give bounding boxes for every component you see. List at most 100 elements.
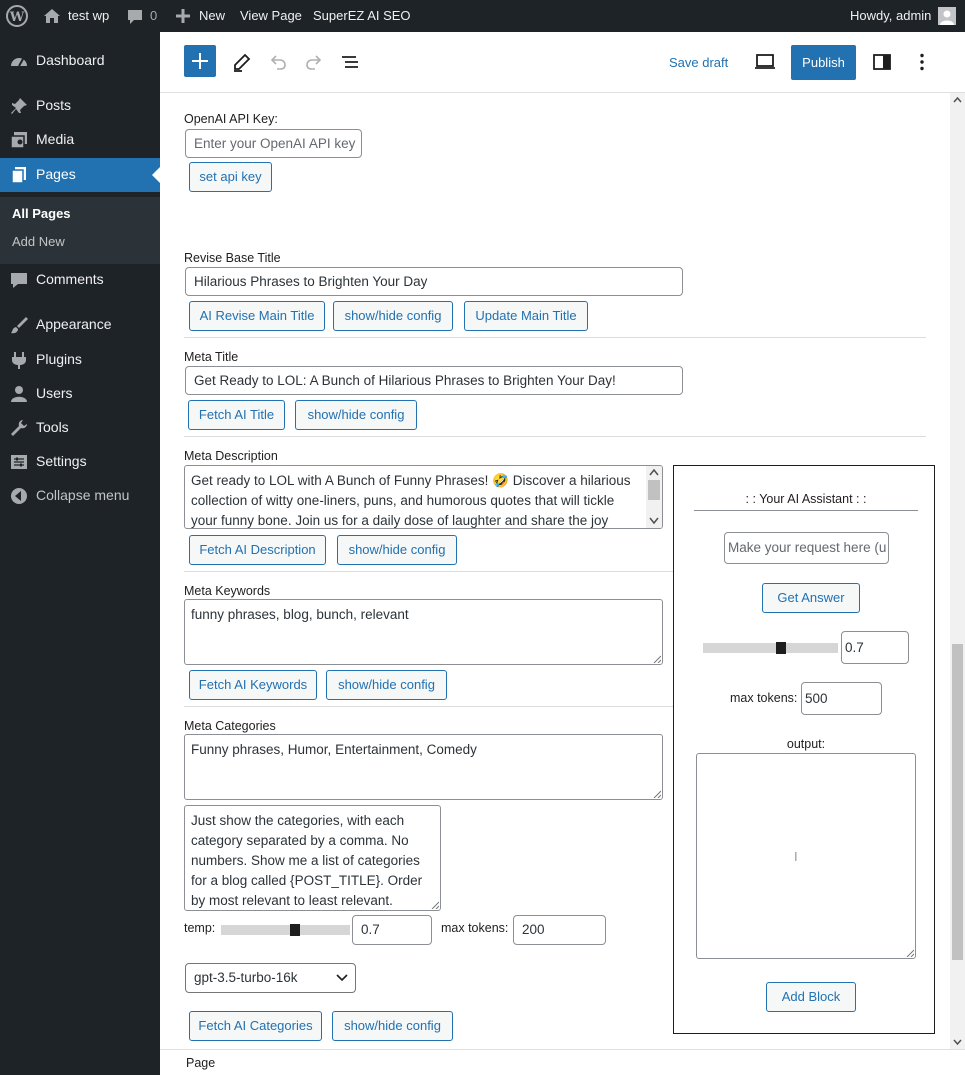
text-line: numbers. Show me a list of categories: [191, 853, 420, 868]
new-link[interactable]: New: [199, 0, 225, 32]
title-divider: [694, 510, 918, 511]
edit-pencil-icon[interactable]: [232, 52, 252, 75]
base-title-label: Revise Base Title: [184, 251, 281, 265]
sidebar-item-appearance[interactable]: Appearance: [0, 308, 160, 342]
publish-button[interactable]: Publish: [791, 45, 856, 80]
textarea-scrollbar[interactable]: [646, 466, 662, 528]
sidebar-item-settings[interactable]: Settings: [0, 445, 160, 479]
resize-grip-icon[interactable]: [653, 790, 661, 798]
fetch-ai-categories-button[interactable]: Fetch AI Categories: [189, 1011, 322, 1041]
wrench-icon: [9, 418, 29, 438]
sidebar-item-pages[interactable]: Pages: [0, 158, 160, 192]
sidebar-item-dashboard[interactable]: Dashboard: [0, 44, 160, 78]
add-block-button[interactable]: Add Block: [766, 982, 856, 1012]
base-title-input[interactable]: Hilarious Phrases to Brighten Your Day: [185, 267, 683, 296]
get-answer-button[interactable]: Get Answer: [762, 583, 860, 613]
preview-desktop-icon[interactable]: [754, 53, 776, 74]
api-key-input[interactable]: Enter your OpenAI API key: [185, 129, 362, 158]
avatar[interactable]: [938, 7, 956, 25]
show-hide-config-button[interactable]: show/hide config: [332, 1011, 453, 1041]
fetch-ai-keywords-button[interactable]: Fetch AI Keywords: [189, 670, 317, 700]
ai-assistant-title: : : Your AI Assistant : :: [745, 492, 867, 506]
show-hide-config-button[interactable]: show/hide config: [333, 301, 453, 331]
max-tokens-input[interactable]: 200: [513, 915, 606, 945]
text-cursor-icon: I: [794, 849, 798, 864]
view-page-link[interactable]: View Page: [240, 0, 302, 32]
categories-prompt-textarea[interactable]: Just show the categories, with each cate…: [184, 805, 441, 911]
howdy-link[interactable]: Howdy, admin: [850, 0, 931, 32]
sidebar-item-media[interactable]: Media: [0, 123, 160, 157]
temp-input[interactable]: 0.7: [352, 915, 432, 945]
ai-temp-slider[interactable]: [703, 642, 838, 654]
admin-bar: W test wp 0 New View Page SuperEZ AI SEO…: [0, 0, 965, 32]
update-main-title-button[interactable]: Update Main Title: [464, 301, 588, 331]
text-line: Just show the categories, with each: [191, 813, 405, 828]
breadcrumb[interactable]: Page: [186, 1056, 215, 1070]
submenu-item-all-pages[interactable]: All Pages: [12, 206, 71, 221]
sidebar-item-label: Comments: [36, 271, 104, 287]
set-api-key-button[interactable]: set api key: [189, 162, 272, 192]
meta-categories-label: Meta Categories: [184, 719, 276, 733]
plus-icon[interactable]: [175, 0, 191, 32]
sidebar-item-label: Pages: [36, 166, 76, 182]
save-draft-button[interactable]: Save draft: [669, 55, 728, 70]
sidebar-item-label: Settings: [36, 453, 87, 469]
sidebar-item-users[interactable]: Users: [0, 377, 160, 411]
meta-title-label: Meta Title: [184, 350, 239, 364]
ai-request-input[interactable]: Make your request here (u: [724, 532, 889, 564]
meta-categories-textarea[interactable]: Funny phrases, Humor, Entertainment, Com…: [184, 734, 663, 800]
meta-title-input[interactable]: Get Ready to LOL: A Bunch of Hilarious P…: [185, 366, 683, 395]
settings-sidebar-toggle-icon[interactable]: [872, 52, 892, 75]
add-block-plus-button[interactable]: [184, 45, 216, 77]
temp-slider[interactable]: [221, 924, 350, 936]
resize-grip-icon[interactable]: [906, 949, 914, 957]
text-line: Funny phrases, Humor, Entertainment, Com…: [191, 742, 477, 757]
comments-count[interactable]: 0: [150, 0, 157, 32]
list-view-icon[interactable]: [340, 52, 360, 75]
plugin-link[interactable]: SuperEZ AI SEO: [313, 0, 411, 32]
resize-grip-icon[interactable]: [653, 655, 661, 663]
model-select-value: gpt-3.5-turbo-16k: [194, 970, 298, 985]
more-options-icon[interactable]: [912, 52, 932, 75]
redo-icon[interactable]: [304, 52, 324, 75]
site-name-link[interactable]: test wp: [68, 0, 109, 32]
scroll-thumb[interactable]: [952, 644, 963, 960]
sidebar-item-comments[interactable]: Comments: [0, 263, 160, 297]
meta-keywords-textarea[interactable]: funny phrases, blog, bunch, relevant: [184, 599, 663, 665]
text-line: collection of witty one-liners, puns, an…: [191, 493, 615, 508]
undo-icon[interactable]: [268, 52, 288, 75]
ai-max-tokens-input[interactable]: 500: [801, 682, 882, 715]
model-select[interactable]: gpt-3.5-turbo-16k: [185, 963, 356, 993]
page-scrollbar[interactable]: [950, 93, 965, 1049]
slider-thumb[interactable]: [776, 642, 786, 654]
editor-content: OpenAI API Key: Enter your OpenAI API ke…: [160, 93, 950, 1049]
show-hide-config-button[interactable]: show/hide config: [337, 535, 457, 565]
sidebar-item-plugins[interactable]: Plugins: [0, 343, 160, 377]
text-line: category separated by a comma. No: [191, 833, 409, 848]
ai-temp-input[interactable]: 0.7: [841, 631, 909, 664]
ai-revise-main-title-button[interactable]: AI Revise Main Title: [189, 301, 325, 331]
ai-output-textarea[interactable]: I: [696, 753, 916, 959]
fetch-ai-description-button[interactable]: Fetch AI Description: [189, 535, 326, 565]
admin-sidebar: Dashboard Posts Media Pages All Pages Ad…: [0, 32, 160, 1075]
wordpress-logo-icon[interactable]: W: [5, 0, 29, 32]
slider-thumb[interactable]: [290, 924, 300, 936]
api-key-label: OpenAI API Key:: [184, 112, 278, 126]
text-line: your funny bone. Join us for a daily dos…: [191, 513, 609, 528]
submenu-item-add-new[interactable]: Add New: [12, 234, 65, 249]
fetch-ai-title-button[interactable]: Fetch AI Title: [188, 400, 285, 430]
scroll-down-icon[interactable]: [953, 1038, 962, 1046]
show-hide-config-button[interactable]: show/hide config: [326, 670, 447, 700]
home-icon[interactable]: [43, 0, 61, 32]
sidebar-item-tools[interactable]: Tools: [0, 411, 160, 445]
section-divider: [184, 571, 673, 572]
resize-grip-icon[interactable]: [431, 901, 439, 909]
comment-bubble-icon[interactable]: [126, 0, 144, 32]
meta-description-textarea[interactable]: Get ready to LOL with A Bunch of Funny P…: [184, 465, 663, 529]
sidebar-item-label: Posts: [36, 97, 72, 113]
collapse-menu-button[interactable]: Collapse menu: [0, 479, 160, 513]
meta-keywords-label: Meta Keywords: [184, 584, 271, 598]
scroll-up-icon[interactable]: [953, 96, 962, 104]
show-hide-config-button[interactable]: show/hide config: [295, 400, 417, 430]
sidebar-item-posts[interactable]: Posts: [0, 89, 160, 123]
